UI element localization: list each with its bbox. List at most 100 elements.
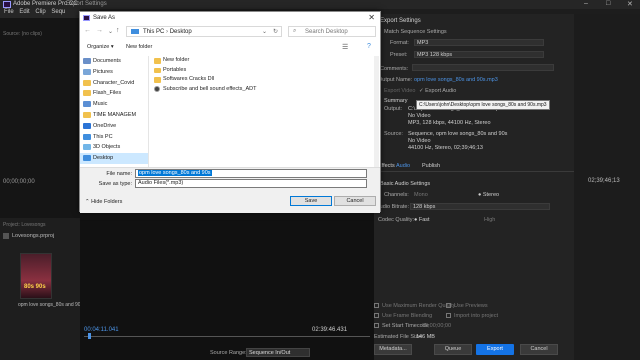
scrollbar[interactable] [374,56,379,167]
file-name-value: opm love songs_80s and 90s [138,170,212,176]
pc-icon [83,133,91,140]
menu-clip[interactable]: Clip [35,9,45,15]
nav-item-label: TIME MANAGEM [93,111,137,118]
organize-button[interactable]: Organize ▾ [87,44,114,50]
source-line-1: Sequence, opm love songs_80s and 90s [408,131,508,137]
export-button[interactable]: Export [476,344,514,355]
timeline-scrubber[interactable] [84,336,370,337]
clip-thumbnail[interactable]: 80s 90s [20,253,52,299]
file-list: New folder Portables Softwares Cracks Dl… [153,56,373,167]
nav-item-flash-files[interactable]: Flash_Files [80,88,148,99]
list-item[interactable]: Softwares Cracks Dll [153,75,373,85]
use-previews-checkbox[interactable]: Use Previews [446,303,488,309]
desktop-icon [83,155,91,162]
breadcrumb-this-pc[interactable]: This PC [143,29,164,35]
list-item[interactable]: Portables [153,66,373,76]
list-item[interactable]: Subscribe and bell sound effects_ADT [153,85,373,95]
nav-item-time-management[interactable]: TIME MANAGEM [80,110,148,121]
file-name-input[interactable]: opm love songs_80s and 90s [135,169,367,178]
playhead[interactable] [88,333,91,339]
clip-name[interactable]: opm love songs_80s and 90s [18,302,83,308]
nav-item-music[interactable]: Music [80,99,148,110]
nav-item-documents[interactable]: Documents [80,56,148,67]
stereo-radio[interactable]: ● Stereo [478,192,499,198]
nav-item-character-covid[interactable]: Character_Covid [80,78,148,89]
folder-icon [83,79,91,86]
channels-label: Channels: [384,192,409,198]
stereo-label: Stereo [482,192,500,198]
high-radio[interactable]: High [484,217,495,223]
export-preview-area: 00:04:11.041 02:39:46.431 Source Range: … [80,212,374,360]
nav-item-label: Desktop [93,155,114,162]
tab-audio[interactable]: Audio [396,163,410,169]
fast-radio[interactable]: ● Fast [414,217,430,223]
view-options-icon[interactable]: ☰ [342,43,348,51]
export-video-label[interactable]: Export Video [384,88,415,94]
tab-publish[interactable]: Publish [422,163,440,169]
close-icon[interactable]: ✕ [627,0,633,9]
metadata-button[interactable]: Metadata... [374,344,412,355]
nav-item-3d-objects[interactable]: 3D Objects [80,142,148,153]
chevron-down-icon[interactable]: ⌄ [108,28,113,35]
hide-folders-toggle[interactable]: ⌃ Hide Folders [85,199,122,205]
file-name: Softwares Cracks Dll [163,76,215,82]
nav-item-pictures[interactable]: Pictures [80,67,148,78]
output-tooltip: C:\Users\john\Desktop\opm love songs_80s… [416,100,550,110]
program-monitor-edge: 02;39;46;13 [574,14,640,360]
dialog-footer: File name: opm love songs_80s and 90s Sa… [80,167,380,213]
source-summary-label: Source: [384,131,403,137]
basic-audio-header[interactable]: Basic Audio Settings [380,181,430,187]
dropdown-icon[interactable]: ⌄ [262,28,267,35]
comments-input[interactable] [412,64,554,71]
output-name-link[interactable]: opm love songs_80s and 90s.mp3 [414,77,498,83]
minimize-icon[interactable]: – [584,0,588,9]
address-bar[interactable]: This PC › Desktop ⌄ ↻ [126,26,282,37]
nav-back-icon[interactable]: ← [84,27,91,34]
menu-file[interactable]: File [4,9,14,15]
search-icon: ⌕ [293,28,297,34]
mono-radio[interactable]: Mono [414,192,428,198]
source-range-select[interactable]: Sequence In/Out [246,348,310,357]
search-input[interactable]: Search Desktop [288,26,376,37]
list-item[interactable]: New folder [153,56,373,66]
nav-item-this-pc[interactable]: This PC [80,132,148,143]
output-label: Output: [384,106,403,112]
save-button[interactable]: Save [290,196,332,206]
export-audio-label[interactable]: ✓ Export Audio [419,88,456,94]
cancel-export-button[interactable]: Cancel [520,344,558,355]
menu-sequence[interactable]: Sequ [51,9,65,15]
import-project-checkbox[interactable]: Import into project [446,313,498,319]
save-type-select[interactable]: Audio Files(*.mp3) [135,179,367,188]
menu-edit[interactable]: Edit [19,9,29,15]
bitrate-select[interactable]: 128 kbps [410,203,550,210]
program-timecode: 02;39;46;13 [588,178,620,184]
format-select[interactable]: MP3 [414,39,544,46]
codec-quality-label: Codec Quality: [378,217,415,223]
maximize-icon[interactable]: □ [606,0,610,9]
preset-select[interactable]: MP3 128 kbps [414,51,544,58]
clip-thumb-text: 80s 90s [24,284,46,290]
refresh-icon[interactable]: ↻ [273,28,278,35]
dialog-nav-pane: Documents Pictures Character_Covid Flash… [80,56,148,167]
nav-item-desktop[interactable]: Desktop [80,153,148,164]
summary-header[interactable]: Summary [384,98,408,104]
documents-icon [83,58,91,64]
format-label: Format: [390,40,409,46]
close-icon[interactable]: ✕ [368,13,375,22]
breadcrumb-desktop[interactable]: Desktop [170,29,192,35]
nav-item-onedrive[interactable]: OneDrive [80,121,148,132]
new-folder-button[interactable]: New folder [126,44,152,50]
nav-forward-icon[interactable]: → [96,27,103,34]
help-icon[interactable]: ? [367,43,371,50]
hide-folders-label: Hide Folders [91,199,123,205]
frame-blending-checkbox[interactable]: Use Frame Blending [374,313,432,319]
fast-label: Fast [418,217,430,223]
start-timecode-checkbox[interactable]: Set Start Timecode [374,323,429,329]
cancel-button[interactable]: Cancel [334,196,376,206]
file-name: Subscribe and bell sound effects_ADT [163,85,257,92]
max-render-checkbox[interactable]: Use Maximum Render Quality [374,303,455,309]
output-line-2: No Video [408,113,431,119]
queue-button[interactable]: Queue [434,344,472,355]
match-sequence-label[interactable]: Match Sequence Settings [384,29,447,35]
up-arrow-icon[interactable]: ↑ [116,27,120,34]
